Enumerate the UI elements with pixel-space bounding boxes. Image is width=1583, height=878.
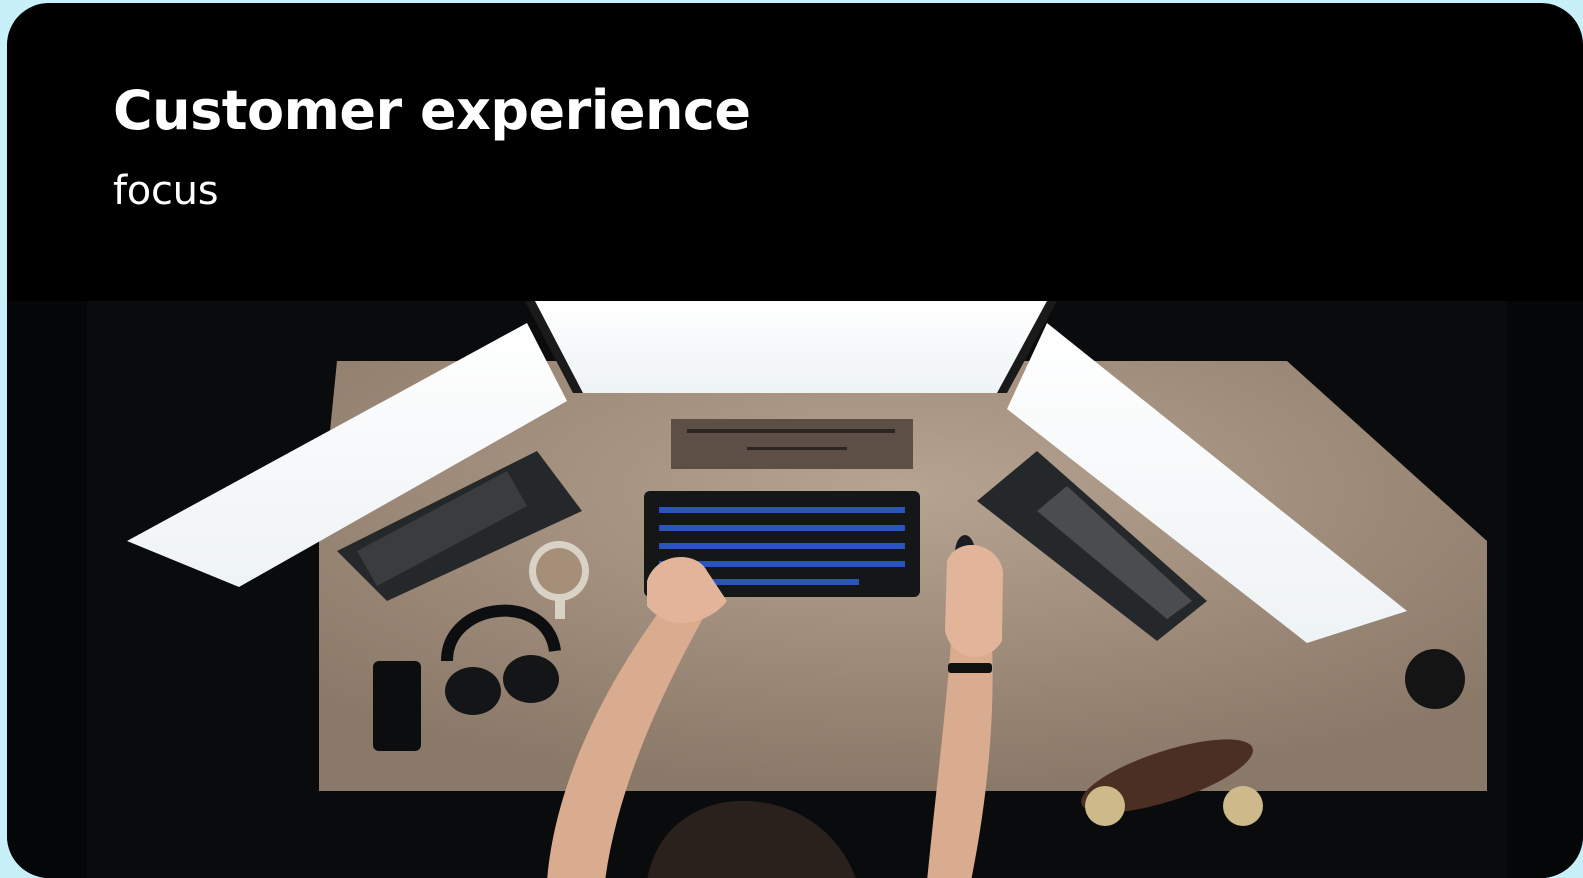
center-monitor (529, 301, 1051, 393)
phone (373, 661, 421, 751)
center-monitor-stand (671, 419, 913, 469)
slide-subtitle: focus (113, 168, 219, 214)
wristband (948, 663, 992, 673)
right-hand (945, 544, 1003, 658)
desk-setup-photo (7, 301, 1583, 878)
slide-title: Customer experience (113, 79, 751, 142)
slide-card: Customer experience focus (7, 3, 1583, 878)
